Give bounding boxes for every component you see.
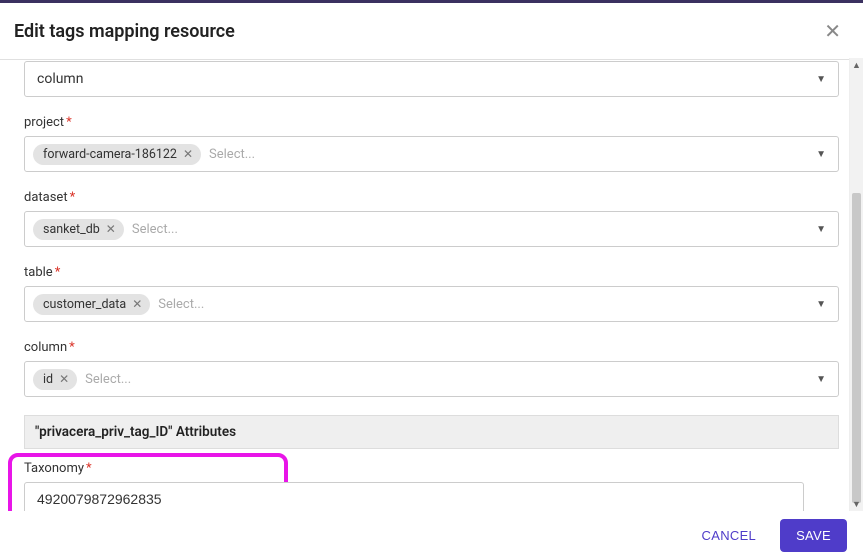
scroll-down-icon[interactable]: ▼ bbox=[850, 497, 863, 511]
chevron-down-icon: ▼ bbox=[816, 224, 826, 235]
chevron-down-icon: ▼ bbox=[816, 299, 826, 310]
column-select[interactable]: id ✕ Select... ▼ bbox=[24, 361, 839, 397]
project-select[interactable]: forward-camera-186122 ✕ Select... ▼ bbox=[24, 136, 839, 172]
chevron-down-icon: ▼ bbox=[816, 74, 826, 85]
column-placeholder: Select... bbox=[85, 372, 131, 387]
table-placeholder: Select... bbox=[158, 297, 204, 312]
close-icon[interactable]: ✕ bbox=[820, 17, 845, 45]
dataset-select[interactable]: sanket_db ✕ Select... ▼ bbox=[24, 211, 839, 247]
table-chip: customer_data ✕ bbox=[33, 294, 150, 315]
dataset-placeholder: Select... bbox=[132, 222, 178, 237]
attributes-section-header: "privacera_priv_tag_ID" Attributes bbox=[24, 415, 839, 449]
modal-title: Edit tags mapping resource bbox=[14, 21, 235, 42]
chevron-down-icon: ▼ bbox=[816, 374, 826, 385]
dataset-label: dataset* bbox=[24, 190, 839, 205]
chip-remove-icon[interactable]: ✕ bbox=[106, 223, 116, 235]
column-chip: id ✕ bbox=[33, 369, 77, 390]
table-label: table* bbox=[24, 265, 839, 280]
table-select[interactable]: customer_data ✕ Select... ▼ bbox=[24, 286, 839, 322]
chip-remove-icon[interactable]: ✕ bbox=[132, 298, 142, 310]
cancel-button[interactable]: CANCEL bbox=[692, 520, 767, 551]
project-placeholder: Select... bbox=[209, 147, 255, 162]
scope-select[interactable]: column ▼ bbox=[24, 61, 839, 97]
scrollbar-thumb[interactable] bbox=[852, 193, 861, 503]
chevron-down-icon: ▼ bbox=[816, 149, 826, 160]
project-label: project* bbox=[24, 115, 839, 130]
project-chip: forward-camera-186122 ✕ bbox=[33, 144, 201, 165]
scroll-up-icon[interactable]: ▲ bbox=[850, 58, 863, 72]
column-label: column* bbox=[24, 340, 839, 355]
taxonomy-input[interactable] bbox=[24, 482, 804, 511]
chip-remove-icon[interactable]: ✕ bbox=[59, 373, 69, 385]
dataset-chip: sanket_db ✕ bbox=[33, 219, 124, 240]
scope-value: column bbox=[37, 71, 83, 87]
chip-remove-icon[interactable]: ✕ bbox=[183, 148, 193, 160]
scrollbar[interactable]: ▲ ▼ bbox=[849, 58, 863, 511]
save-button[interactable]: SAVE bbox=[780, 519, 847, 552]
taxonomy-label: Taxonomy* bbox=[24, 461, 839, 476]
